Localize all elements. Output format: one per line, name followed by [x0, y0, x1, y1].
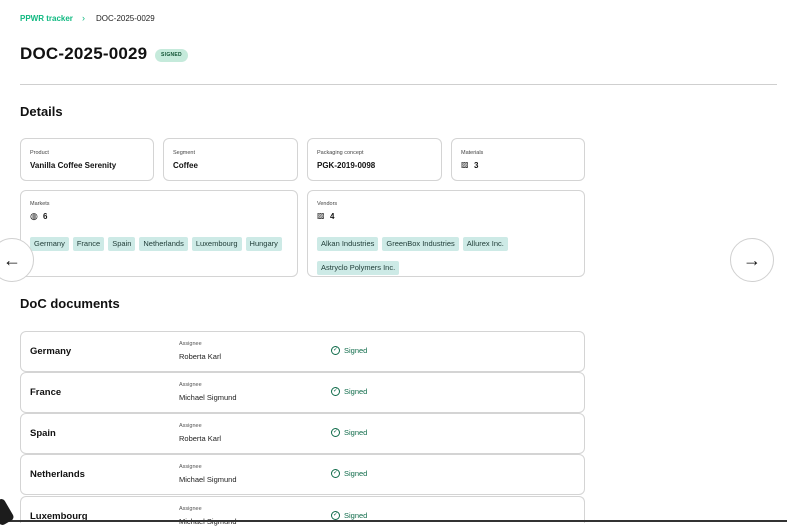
vendor-chip: GreenBox Industries — [382, 237, 459, 251]
markets-label: Markets — [30, 201, 50, 207]
check-circle-icon: ✓ — [331, 468, 340, 478]
check-circle-icon: ✓ — [331, 427, 340, 437]
market-chip: Hungary — [245, 237, 282, 251]
materials-count: 3 — [474, 161, 479, 170]
materials-label: Materials — [461, 150, 484, 156]
assignee-label: Assignee — [179, 423, 202, 429]
product-label: Product — [30, 150, 49, 156]
product-card: Product Vanilla Coffee Serenity — [20, 138, 154, 181]
assignee-label: Assignee — [179, 506, 202, 512]
assignee-name: Michael Sigmund — [179, 393, 237, 402]
markets-count: 6 — [43, 212, 48, 221]
check-circle-icon: ✓ — [331, 345, 340, 355]
market-chip: Germany — [30, 237, 69, 251]
assignee-label: Assignee — [179, 464, 202, 470]
market-chip: Spain — [108, 237, 136, 251]
segment-label: Segment — [173, 150, 196, 156]
vendors-count: 4 — [330, 212, 335, 221]
table-row[interactable]: France Assignee Michael Sigmund ✓ Signed — [20, 372, 585, 413]
packaging-value: PGK-2019-0098 — [317, 161, 376, 170]
assignee-label: Assignee — [179, 341, 202, 347]
row-country: Netherlands — [30, 469, 85, 480]
markets-chip-list: Germany France Spain Netherlands Luxembourg H… — [30, 233, 290, 257]
arrow-right-icon: → — [743, 249, 761, 270]
breadcrumb-chevron-icon: › — [82, 13, 85, 23]
materials-card: Materials ▨ 3 — [451, 138, 585, 181]
status-signed: ✓ Signed — [331, 427, 368, 437]
materials-stack-icon: ▨ — [461, 160, 469, 169]
markets-card: Markets ◍ 6 Germany France Spain Netherland… — [20, 190, 298, 277]
row-country: Spain — [30, 428, 56, 439]
vendors-stack-icon: ▨ — [317, 211, 325, 220]
packaging-card: Packaging concept PGK-2019-0098 — [307, 138, 442, 181]
vendor-chip: Astryclo Polymers Inc. — [317, 261, 400, 275]
vendor-chip: Alkan Industries — [317, 237, 379, 251]
page-title: DOC-2025-0029 — [20, 44, 148, 63]
globe-icon: ◍ — [30, 211, 38, 221]
row-country: Germany — [30, 346, 72, 357]
assignee-label: Assignee — [179, 382, 202, 388]
market-chip: Netherlands — [139, 237, 188, 251]
arrow-left-icon: ← — [3, 249, 21, 270]
breadcrumb-root-link[interactable]: PPWR tracker — [20, 14, 73, 23]
packaging-label: Packaging concept — [317, 150, 364, 156]
vendors-label: Vendors — [317, 201, 338, 207]
segment-value: Coffee — [173, 161, 198, 170]
doc-documents-heading: DoC documents — [20, 296, 120, 311]
vendors-chip-list: Alkan Industries GreenBox Industries Allur… — [317, 233, 577, 281]
market-chip: Luxembourg — [191, 237, 242, 251]
status-badge: SIGNED — [155, 49, 188, 62]
status-signed: ✓ Signed — [331, 386, 368, 396]
table-row[interactable]: Netherlands Assignee Michael Sigmund ✓ Si… — [20, 454, 585, 495]
product-value: Vanilla Coffee Serenity — [30, 161, 117, 170]
table-row[interactable]: Spain Assignee Roberta Karl ✓ Signed — [20, 413, 585, 454]
status-signed: ✓ Signed — [331, 345, 368, 355]
row-country: France — [30, 387, 62, 398]
check-circle-icon: ✓ — [331, 510, 340, 520]
assignee-name: Roberta Karl — [179, 352, 222, 361]
assignee-name: Roberta Karl — [179, 434, 222, 443]
breadcrumb-current: DOC-2025-0029 — [96, 14, 155, 23]
check-circle-icon: ✓ — [331, 386, 340, 396]
table-row[interactable]: Luxembourg Assignee Michael Sigmund ✓Sig… — [20, 496, 585, 526]
details-heading: Details — [20, 104, 63, 119]
assignee-name: Michael Sigmund — [179, 475, 237, 484]
market-chip: France — [72, 237, 105, 251]
table-row[interactable]: Germany Assignee Roberta Karl ✓ Signed — [20, 331, 585, 372]
status-signed: ✓ Signed — [331, 468, 368, 478]
header-divider — [20, 84, 777, 85]
segment-card: Segment Coffee — [163, 138, 298, 181]
next-button[interactable]: → — [730, 238, 774, 282]
vendor-chip: Allurex Inc. — [462, 237, 508, 251]
vendors-card: Vendors ▨ 4 Alkan Industries GreenBox Ind… — [307, 190, 585, 277]
window-bottom-edge — [0, 520, 787, 522]
